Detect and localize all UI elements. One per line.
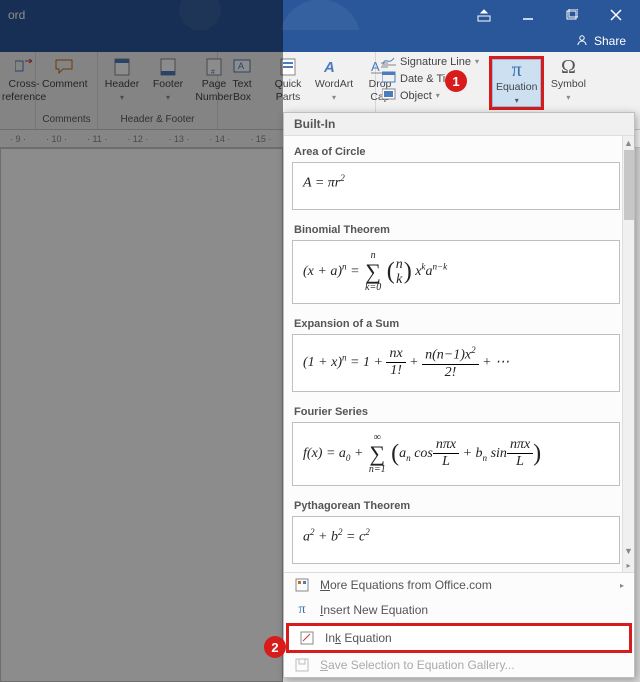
text-box-button[interactable]: A Text Box bbox=[220, 56, 264, 105]
more-equations-office-button[interactable]: More Equations from Office.com ▸ bbox=[284, 573, 634, 597]
office-icon bbox=[294, 578, 310, 592]
minimize-button[interactable] bbox=[508, 0, 548, 30]
pi-icon: π bbox=[294, 602, 310, 618]
object-label: Object bbox=[400, 90, 432, 102]
ink-icon bbox=[299, 631, 315, 645]
chevron-down-icon: ▾ bbox=[436, 91, 440, 100]
save-gallery-icon bbox=[294, 658, 310, 672]
date-time-label: Date & Ti bbox=[400, 73, 445, 85]
comment-label: Comment bbox=[42, 78, 88, 91]
ink-equation-label: Ink Equation bbox=[325, 631, 392, 645]
gallery-scrollbar[interactable]: ▲ ▼ ▸ bbox=[622, 136, 634, 572]
scroll-right-icon[interactable]: ▸ bbox=[623, 558, 634, 572]
equation-gallery: Area of CircleA = πr2 Binomial Theorem(x … bbox=[284, 136, 634, 572]
more-equations-label: More Equations from Office.com bbox=[320, 578, 492, 592]
svg-text:A: A bbox=[324, 59, 335, 75]
equation-gallery-item[interactable]: (1 + x)n = 1 + nx1! + n(n−1)x22! + ⋯ bbox=[292, 334, 620, 392]
footer-button[interactable]: Footer ▾ bbox=[146, 56, 190, 105]
text-box-icon: A bbox=[232, 58, 252, 76]
save-selection-label: Save Selection to Equation Gallery... bbox=[320, 658, 515, 672]
comment-icon bbox=[55, 58, 75, 76]
wordart-label: WordArt bbox=[315, 78, 353, 91]
header-icon bbox=[112, 58, 132, 76]
quick-parts-icon bbox=[278, 58, 298, 76]
chevron-down-icon: ▾ bbox=[475, 57, 479, 66]
chevron-down-icon: ▾ bbox=[566, 93, 570, 102]
chevron-down-icon: ▾ bbox=[515, 96, 519, 105]
close-button[interactable] bbox=[596, 0, 636, 30]
document-area bbox=[0, 148, 283, 682]
equation-gallery-item[interactable]: A = πr2 bbox=[292, 162, 620, 210]
share-button[interactable]: Share bbox=[594, 34, 626, 48]
pi-icon: π bbox=[507, 61, 527, 79]
text-box-label: Text Box bbox=[232, 78, 251, 103]
scroll-thumb[interactable] bbox=[624, 150, 634, 220]
quick-parts-button[interactable]: Quick Parts bbox=[266, 56, 310, 105]
chevron-down-icon: ▾ bbox=[332, 93, 336, 102]
equation-gallery-heading: Expansion of a Sum bbox=[290, 312, 622, 334]
signature-line-label: Signature Line bbox=[400, 56, 471, 68]
equation-gallery-item[interactable]: f(x) = a0 + ∞∑n=1 (an cosnπxL + bn sinnπ… bbox=[292, 422, 620, 486]
ribbon-options-icon[interactable] bbox=[464, 0, 504, 30]
footer-label: Footer bbox=[153, 78, 183, 91]
scroll-up-icon[interactable]: ▲ bbox=[623, 136, 634, 150]
chevron-right-icon: ▸ bbox=[620, 581, 624, 590]
equation-gallery-item[interactable]: a2 + b2 = c2 bbox=[292, 516, 620, 564]
comment-button[interactable]: Comment bbox=[38, 56, 92, 93]
equation-gallery-heading: Area of Circle bbox=[290, 140, 622, 162]
header-button[interactable]: Header ▾ bbox=[100, 56, 144, 105]
group-comments-label: Comments bbox=[38, 114, 95, 127]
svg-text:A: A bbox=[238, 61, 244, 71]
date-time-icon bbox=[382, 71, 396, 86]
ink-equation-button[interactable]: Ink Equation bbox=[286, 623, 632, 653]
quick-parts-label: Quick Parts bbox=[275, 78, 302, 103]
titlebar: ord bbox=[0, 0, 640, 30]
save-selection-gallery-button: Save Selection to Equation Gallery... bbox=[284, 653, 634, 677]
signature-line-button[interactable]: Signature Line ▾ bbox=[382, 54, 479, 69]
wordart-button[interactable]: A WordArt ▾ bbox=[312, 56, 356, 105]
window-title: ord bbox=[8, 8, 25, 22]
footer-icon bbox=[158, 58, 178, 76]
chevron-down-icon: ▾ bbox=[120, 93, 124, 102]
callout-2: 2 bbox=[264, 636, 286, 658]
symbol-label: Symbol bbox=[551, 78, 586, 91]
insert-new-equation-label: Insert New Equation bbox=[320, 603, 428, 617]
person-icon bbox=[576, 34, 588, 49]
maximize-button[interactable] bbox=[552, 0, 592, 30]
signature-icon bbox=[382, 54, 396, 69]
insert-new-equation-button[interactable]: π Insert New Equation bbox=[284, 597, 634, 623]
object-icon bbox=[382, 88, 396, 103]
cross-reference-icon bbox=[14, 58, 34, 76]
wordart-icon: A bbox=[324, 58, 344, 76]
page[interactable] bbox=[0, 148, 283, 682]
equation-bottom-commands: More Equations from Office.com ▸ π Inser… bbox=[284, 572, 634, 677]
scroll-down-icon[interactable]: ▼ bbox=[623, 544, 634, 558]
chevron-down-icon: ▾ bbox=[166, 93, 170, 102]
equation-gallery-item[interactable]: (x + a)n = n∑k=0 (nk) xkan−k bbox=[292, 240, 620, 304]
callout-1: 1 bbox=[445, 70, 467, 92]
object-button[interactable]: Object ▾ bbox=[382, 88, 479, 103]
titlebar-controls bbox=[464, 0, 636, 30]
header-label: Header bbox=[105, 78, 139, 91]
equation-label: Equation bbox=[496, 81, 537, 94]
omega-icon: Ω bbox=[558, 58, 578, 76]
svg-text:#: # bbox=[211, 69, 215, 76]
symbol-button[interactable]: Ω Symbol ▾ bbox=[546, 56, 590, 110]
share-bar: Share bbox=[0, 30, 640, 52]
equation-gallery-heading: Fourier Series bbox=[290, 400, 622, 422]
equation-button[interactable]: π Equation ▾ bbox=[489, 56, 544, 110]
group-headerfooter-label: Header & Footer bbox=[100, 114, 215, 127]
equation-gallery-heading: Binomial Theorem bbox=[290, 218, 622, 240]
equation-built-in-header: Built-In bbox=[284, 113, 634, 136]
equation-gallery-heading: Pythagorean Theorem bbox=[290, 494, 622, 516]
equation-dropdown-menu: Built-In Area of CircleA = πr2 Binomial T… bbox=[283, 112, 635, 678]
